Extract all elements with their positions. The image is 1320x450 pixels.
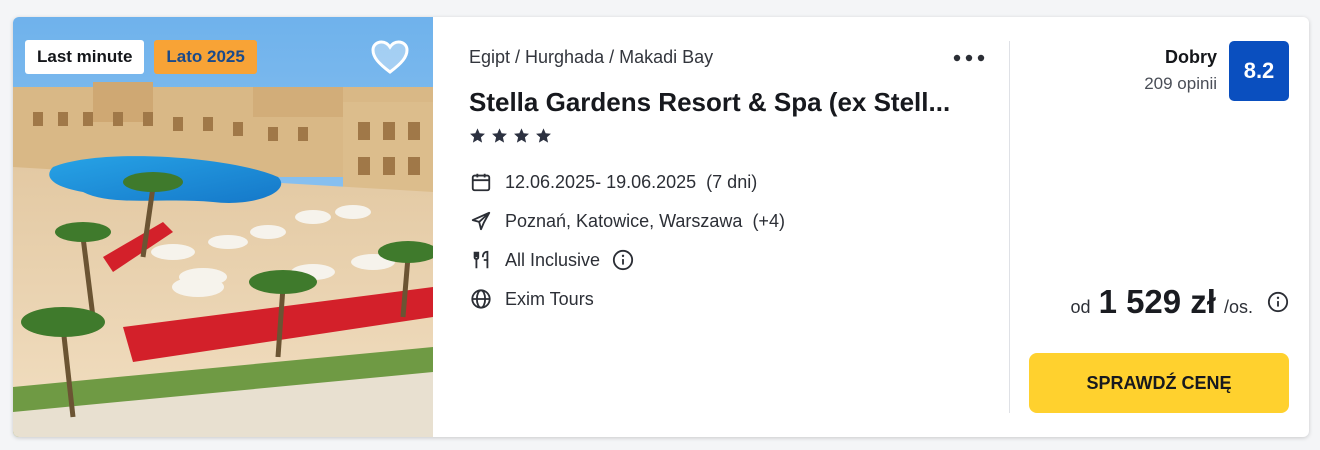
operator-row: Exim Tours: [469, 287, 594, 311]
last-minute-badge: Last minute: [25, 40, 145, 74]
rating-score-badge: 8.2: [1229, 41, 1289, 101]
departures-extra[interactable]: (+4): [752, 211, 785, 232]
board-text: All Inclusive: [505, 249, 601, 270]
price-info-icon[interactable]: [1267, 291, 1289, 313]
globe-icon: [471, 289, 491, 309]
price-unit: /os.: [1223, 297, 1253, 317]
duration-text: (7 dni): [706, 171, 758, 192]
price: od 1 529 zł /os.: [1071, 283, 1289, 321]
star-icon: [514, 128, 529, 143]
hotel-photo[interactable]: Last minute Lato 2025: [13, 17, 433, 437]
info-icon[interactable]: [612, 249, 634, 271]
dates-text: 12.06.2025- 19.06.2025: [505, 171, 697, 192]
offer-card[interactable]: Last minute Lato 2025 Egipt / Hurghada /…: [13, 17, 1309, 437]
star-icon: [492, 128, 507, 143]
cutlery-icon: [473, 250, 489, 269]
departures-row: Poznań, Katowice, Warszawa (+4): [469, 209, 785, 233]
star-icon: [536, 128, 551, 143]
offer-details: Egipt / Hurghada / Makadi Bay Stella Gar…: [469, 17, 1009, 437]
location-breadcrumb[interactable]: Egipt / Hurghada / Makadi Bay: [469, 47, 713, 68]
hotel-photo-image: [13, 17, 433, 437]
check-price-button[interactable]: SPRAWDŹ CENĘ: [1029, 353, 1289, 413]
price-prefix: od: [1070, 297, 1091, 317]
hotel-stars: [469, 127, 552, 144]
calendar-icon: [471, 173, 491, 192]
price-amount: 1 529 zł: [1098, 283, 1216, 320]
heart-icon[interactable]: [370, 39, 410, 75]
star-icon: [470, 128, 485, 143]
reviews-count[interactable]: 209 opinii: [1144, 74, 1217, 94]
dates-row: 12.06.2025- 19.06.2025 (7 dni): [469, 170, 757, 194]
season-badge: Lato 2025: [154, 40, 257, 74]
column-divider: [1009, 41, 1010, 413]
board-row: All Inclusive: [469, 248, 634, 272]
operator-text: Exim Tours: [505, 288, 594, 309]
hotel-name[interactable]: Stella Gardens Resort & Spa (ex Stell...: [469, 87, 989, 118]
rating-label: Dobry: [1164, 47, 1217, 67]
more-options-icon[interactable]: [951, 47, 987, 69]
departures-text: Poznań, Katowice, Warszawa: [505, 210, 743, 231]
airplane-icon: [471, 211, 491, 231]
